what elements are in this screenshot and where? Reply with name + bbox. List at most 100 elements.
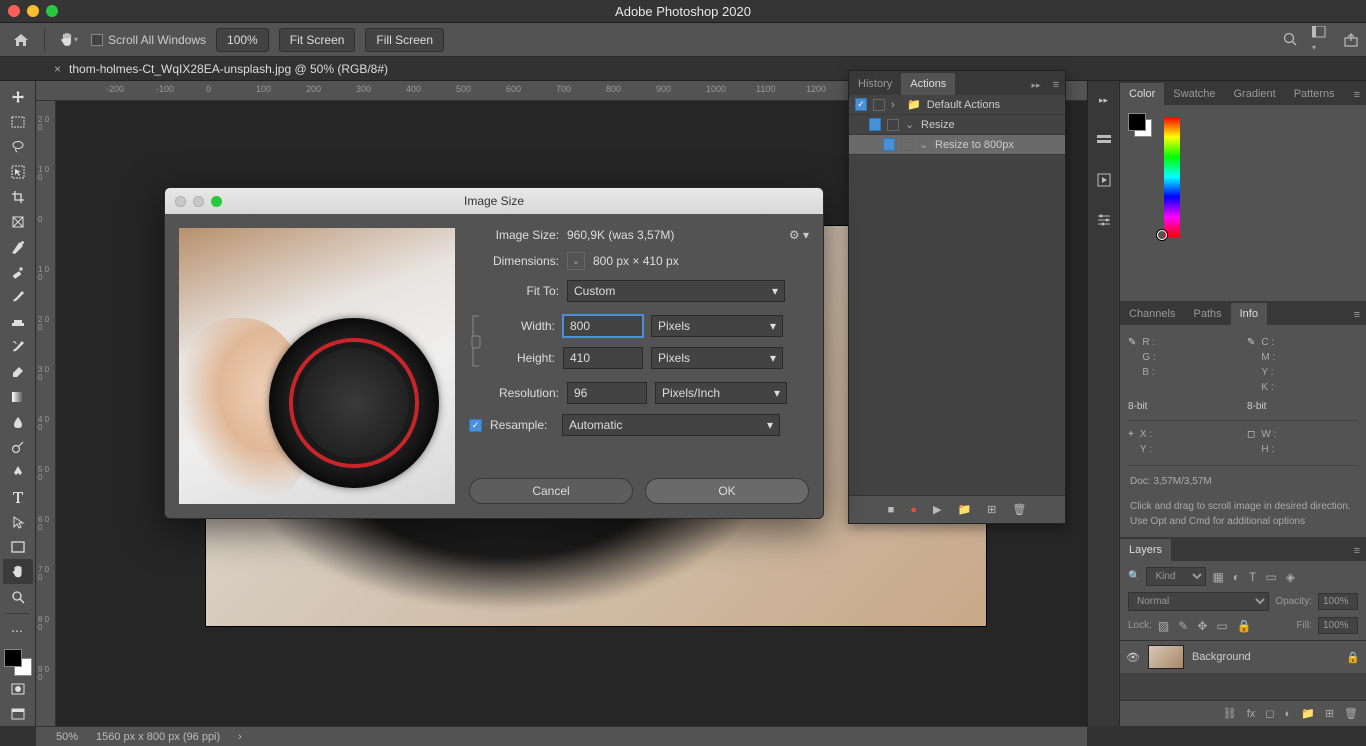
eraser-tool[interactable] [3, 360, 33, 385]
eyedropper-tool[interactable] [3, 235, 33, 260]
layer-style-icon[interactable]: fx [1247, 708, 1256, 720]
visibility-icon[interactable]: 👁 [1126, 651, 1140, 664]
object-selection-tool[interactable] [3, 160, 33, 185]
fill-screen-button[interactable]: Fill Screen [365, 28, 444, 52]
lock-artboard-icon[interactable]: ▭ [1216, 619, 1227, 633]
dialog-preview[interactable] [179, 228, 455, 504]
panel-menu-icon[interactable]: ≡ [1348, 305, 1366, 325]
document-tab[interactable]: × thom-holmes-Ct_WqIX28EA-unsplash.jpg @… [44, 58, 398, 80]
resample-checkbox[interactable]: ✓ [469, 419, 482, 432]
adjustment-layer-icon[interactable]: ◐ [1284, 708, 1291, 720]
play-icon[interactable] [1090, 169, 1118, 191]
close-window-button[interactable] [8, 5, 20, 17]
toggle-dialog-icon[interactable] [873, 99, 885, 111]
layer-filter-select[interactable]: Kind [1146, 567, 1206, 586]
doc-dimensions[interactable]: 1560 px x 800 px (96 ppi) [96, 731, 220, 743]
opacity-input[interactable] [1318, 593, 1358, 610]
close-tab-icon[interactable]: × [54, 62, 61, 76]
fill-input[interactable] [1318, 617, 1358, 634]
constrain-proportions-icon[interactable] [465, 312, 487, 372]
width-input[interactable] [563, 315, 643, 337]
lock-transparency-icon[interactable]: ▨ [1158, 619, 1169, 633]
width-unit-select[interactable]: Pixels▾ [651, 315, 783, 337]
lock-pixels-icon[interactable]: ✎ [1178, 619, 1188, 633]
swatches-tab[interactable]: Swatche [1164, 83, 1224, 105]
dodge-tool[interactable] [3, 435, 33, 460]
gear-icon[interactable]: ⚙ ▾ [789, 228, 809, 242]
history-brush-tool[interactable] [3, 335, 33, 360]
paths-tab[interactable]: Paths [1184, 303, 1230, 325]
delete-layer-icon[interactable]: 🗑 [1344, 707, 1358, 720]
gradient-tool[interactable] [3, 385, 33, 410]
new-set-button[interactable]: 📁 [957, 503, 971, 516]
action-row[interactable]: ⌄ Resize to 800px [849, 135, 1065, 155]
home-button[interactable] [8, 27, 34, 53]
play-button[interactable]: ▶ [933, 503, 941, 516]
dialog-close-button[interactable] [175, 196, 186, 207]
delete-action-button[interactable]: 🗑 [1012, 503, 1026, 516]
move-tool[interactable] [3, 85, 33, 110]
status-menu-icon[interactable]: › [238, 731, 242, 743]
action-row[interactable]: ✓ › 📁 Default Actions [849, 95, 1065, 115]
crop-tool[interactable] [3, 185, 33, 210]
layer-mask-icon[interactable]: ◻ [1265, 707, 1274, 720]
fit-to-select[interactable]: Custom▾ [567, 280, 785, 302]
lasso-tool[interactable] [3, 135, 33, 160]
info-tab[interactable]: Info [1231, 303, 1267, 325]
share-icon[interactable] [1344, 33, 1358, 47]
adjustment-filter-icon[interactable]: ◐ [1233, 570, 1240, 584]
record-button[interactable]: ● [910, 504, 917, 516]
disclosure-icon[interactable]: ⌄ [905, 118, 915, 131]
zoom-window-button[interactable] [46, 5, 58, 17]
patterns-tab[interactable]: Patterns [1285, 83, 1344, 105]
rectangle-tool[interactable] [3, 534, 33, 559]
shape-filter-icon[interactable]: ▭ [1265, 570, 1276, 584]
new-layer-icon[interactable]: ⊞ [1325, 707, 1334, 720]
new-action-button[interactable]: ⊞ [987, 503, 996, 516]
link-layers-icon[interactable]: ⛓ [1223, 707, 1237, 720]
actions-tab[interactable]: Actions [901, 73, 955, 95]
height-input[interactable] [563, 347, 643, 369]
check-icon[interactable]: ✓ [855, 98, 867, 111]
expand-panels-icon[interactable]: ▸▸ [1090, 89, 1118, 111]
type-tool[interactable] [3, 485, 33, 510]
color-tab[interactable]: Color [1120, 83, 1164, 105]
layer-row[interactable]: 👁 Background 🔒 [1120, 641, 1366, 673]
color-fg-bg-swatch[interactable] [1128, 113, 1152, 137]
lock-position-icon[interactable]: ✥ [1197, 619, 1207, 633]
path-selection-tool[interactable] [3, 509, 33, 534]
clone-stamp-tool[interactable] [3, 310, 33, 335]
marquee-tool[interactable] [3, 110, 33, 135]
history-tab[interactable]: History [849, 73, 901, 95]
libraries-icon[interactable] [1090, 129, 1118, 151]
adjustments-icon[interactable] [1090, 209, 1118, 231]
quick-mask-button[interactable] [3, 676, 33, 701]
lock-icon[interactable]: 🔒 [1346, 651, 1360, 664]
resolution-input[interactable] [567, 382, 647, 404]
panel-menu-icon[interactable]: ≡ [1047, 75, 1065, 95]
dialog-titlebar[interactable]: Image Size [165, 188, 823, 214]
group-icon[interactable]: 📁 [1301, 707, 1315, 720]
dialog-zoom-button[interactable] [211, 196, 222, 207]
search-icon[interactable]: 🔍 [1128, 571, 1140, 582]
pen-tool[interactable] [3, 460, 33, 485]
panel-menu-icon[interactable]: ≡ [1348, 541, 1366, 561]
layers-tab[interactable]: Layers [1120, 539, 1171, 561]
panel-menu-icon[interactable]: ≡ [1348, 85, 1366, 105]
frame-tool[interactable] [3, 210, 33, 235]
height-unit-select[interactable]: Pixels▾ [651, 347, 783, 369]
zoom-level[interactable]: 50% [56, 731, 78, 743]
healing-brush-tool[interactable] [3, 260, 33, 285]
screen-mode-button[interactable] [3, 701, 33, 726]
gradients-tab[interactable]: Gradient [1225, 83, 1285, 105]
stop-button[interactable]: ■ [888, 504, 895, 516]
channels-tab[interactable]: Channels [1120, 303, 1184, 325]
resample-select[interactable]: Automatic▾ [562, 414, 780, 436]
hand-tool[interactable] [3, 559, 33, 584]
dimensions-unit-toggle[interactable]: ⌄ [567, 252, 585, 270]
workspace-switcher-icon[interactable]: ▾ [1312, 26, 1330, 53]
zoom-100-button[interactable]: 100% [216, 28, 269, 52]
search-icon[interactable] [1283, 32, 1298, 47]
blend-mode-select[interactable]: Normal [1128, 592, 1269, 611]
smartobj-filter-icon[interactable]: ◈ [1286, 570, 1295, 584]
